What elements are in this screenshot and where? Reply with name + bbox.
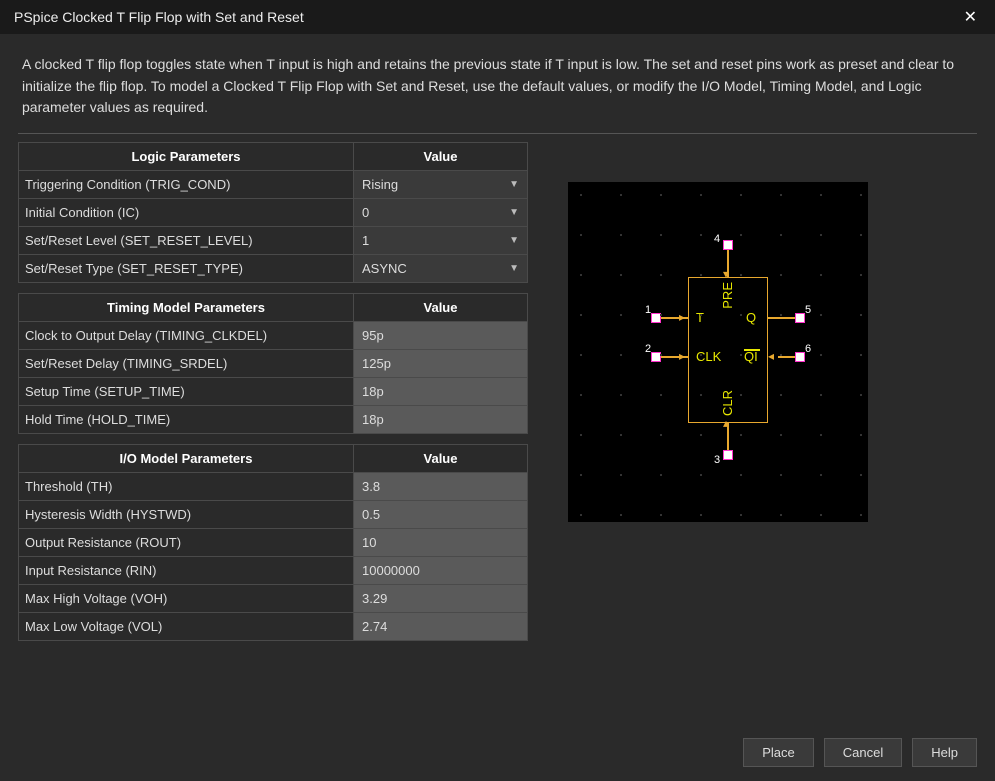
timing-parameters-table: Timing Model Parameters Value Clock to O… [18,293,528,434]
io-header-param: I/O Model Parameters [19,445,354,473]
param-label: Output Resistance (ROUT) [19,529,354,557]
pin-3-pad [723,450,733,460]
param-select[interactable]: Rising▼ [354,171,527,198]
table-row: Max High Voltage (VOH) [19,585,528,613]
chevron-down-icon: ▼ [509,235,519,246]
param-select-value: 1 [362,233,509,248]
param-label: Triggering Condition (TRIG_COND) [19,171,354,199]
param-label: Input Resistance (RIN) [19,557,354,585]
help-button[interactable]: Help [912,738,977,767]
table-row: Setup Time (SETUP_TIME) [19,378,528,406]
param-select-value: ASYNC [362,261,509,276]
param-label: Set/Reset Type (SET_RESET_TYPE) [19,255,354,283]
chevron-down-icon: ▼ [509,179,519,190]
param-select[interactable]: 1▼ [354,227,527,254]
param-label: Threshold (TH) [19,473,354,501]
description-text: A clocked T flip flop toggles state when… [18,48,977,134]
param-label: Setup Time (SETUP_TIME) [19,378,354,406]
timing-header-param: Timing Model Parameters [19,294,354,322]
timing-header-value: Value [354,294,528,322]
schematic-preview: ▾ 4 PRE ▴ 3 CLR ▸ 1 T ▸ 2 CL [568,182,868,522]
param-select[interactable]: 0▼ [354,199,527,226]
table-row: Triggering Condition (TRIG_COND)Rising▼ [19,171,528,199]
param-label: Clock to Output Delay (TIMING_CLKDEL) [19,322,354,350]
param-input[interactable] [362,535,519,550]
pin-clk-label: CLK [696,349,721,364]
param-input[interactable] [362,328,519,343]
param-input[interactable] [362,384,519,399]
pin-6-pad [795,352,805,362]
pin-qbar-label: QI [744,349,758,364]
pin-4-pad [723,240,733,250]
param-label: Hysteresis Width (HYSTWD) [19,501,354,529]
pin-3-number: 3 [714,454,720,466]
pin-pre-label: PRE [720,282,735,309]
param-label: Max High Voltage (VOH) [19,585,354,613]
param-label: Max Low Voltage (VOL) [19,613,354,641]
pin-q-label: Q [746,310,756,325]
titlebar: PSpice Clocked T Flip Flop with Set and … [0,0,995,34]
pin-clr-label: CLR [720,390,735,416]
table-row: Hold Time (HOLD_TIME) [19,406,528,434]
table-row: Set/Reset Type (SET_RESET_TYPE)ASYNC▼ [19,255,528,283]
chevron-down-icon: ▼ [509,263,519,274]
table-row: Set/Reset Level (SET_RESET_LEVEL)1▼ [19,227,528,255]
pin-t-label: T [696,310,704,325]
logic-header-value: Value [354,143,528,171]
table-row: Input Resistance (RIN) [19,557,528,585]
close-icon[interactable]: ✕ [956,3,985,31]
chevron-down-icon: ▼ [509,207,519,218]
pin-5-number: 5 [805,304,811,316]
param-select-value: Rising [362,177,509,192]
dialog-footer: Place Cancel Help [743,738,977,767]
cancel-button[interactable]: Cancel [824,738,902,767]
pin-1-number: 1 [645,304,651,316]
param-input[interactable] [362,563,519,578]
io-parameters-table: I/O Model Parameters Value Threshold (TH… [18,444,528,641]
table-row: Set/Reset Delay (TIMING_SRDEL) [19,350,528,378]
table-row: Output Resistance (ROUT) [19,529,528,557]
param-input[interactable] [362,412,519,427]
table-row: Hysteresis Width (HYSTWD) [19,501,528,529]
pin-2-number: 2 [645,343,651,355]
param-input[interactable] [362,479,519,494]
param-label: Initial Condition (IC) [19,199,354,227]
logic-header-param: Logic Parameters [19,143,354,171]
table-row: Threshold (TH) [19,473,528,501]
pin-5-pad [795,313,805,323]
pin-4-number: 4 [714,233,720,245]
param-input[interactable] [362,591,519,606]
logic-parameters-table: Logic Parameters Value Triggering Condit… [18,142,528,283]
window-title: PSpice Clocked T Flip Flop with Set and … [14,9,304,25]
param-input[interactable] [362,507,519,522]
param-select[interactable]: ASYNC▼ [354,255,527,282]
qbar-overline [744,349,760,351]
param-label: Set/Reset Level (SET_RESET_LEVEL) [19,227,354,255]
table-row: Clock to Output Delay (TIMING_CLKDEL) [19,322,528,350]
param-select-value: 0 [362,205,509,220]
param-label: Set/Reset Delay (TIMING_SRDEL) [19,350,354,378]
pin-6-number: 6 [805,343,811,355]
table-row: Initial Condition (IC)0▼ [19,199,528,227]
param-input[interactable] [362,619,519,634]
param-label: Hold Time (HOLD_TIME) [19,406,354,434]
place-button[interactable]: Place [743,738,814,767]
io-header-value: Value [354,445,528,473]
param-input[interactable] [362,356,519,371]
table-row: Max Low Voltage (VOL) [19,613,528,641]
